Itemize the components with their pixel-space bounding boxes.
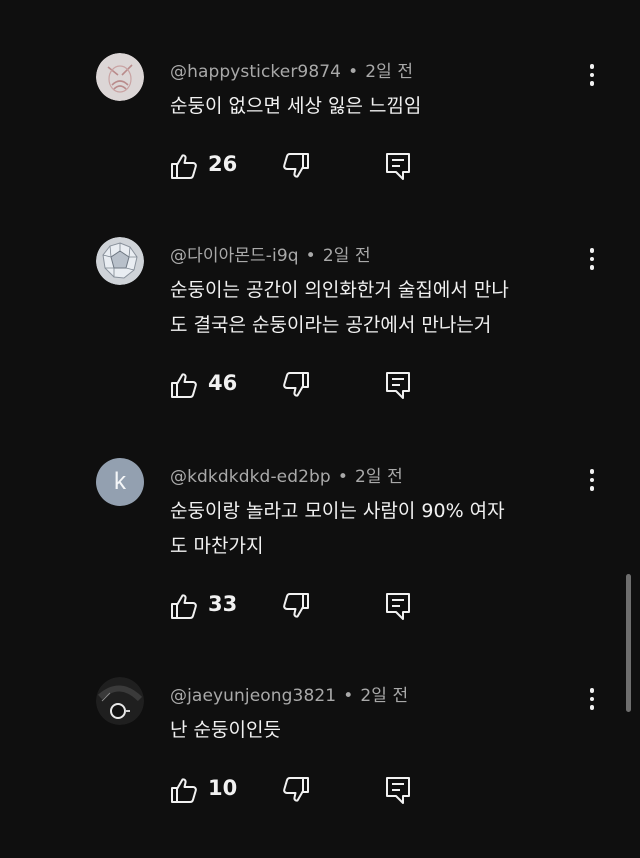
comment-text-line: 순둥이는 공간이 의인화한거 술집에서 만나 [170, 279, 509, 301]
comment-meta: @kdkdkdkd-ed2bp • 2일 전 [170, 462, 403, 487]
avatar[interactable] [96, 237, 144, 285]
like-button[interactable] [168, 369, 200, 401]
thumbs-up-icon [171, 373, 197, 398]
comment-text-line: 순둥이랑 놀라고 모이는 사람이 90% 여자 [170, 500, 505, 522]
reply-button[interactable] [382, 369, 414, 401]
comment-text-line: 난 순둥이인듯 [170, 719, 281, 741]
avatar[interactable] [96, 53, 144, 101]
sticker-avatar-image [96, 53, 144, 101]
comment-actions: 10 [168, 774, 428, 806]
meta-separator: • [343, 686, 354, 706]
reply-button[interactable] [382, 150, 414, 182]
dislike-button[interactable] [280, 590, 312, 622]
meta-separator: • [337, 467, 348, 487]
comment-author[interactable]: @kdkdkdkd-ed2bp [170, 467, 331, 487]
avatar[interactable] [96, 677, 144, 725]
comment-author[interactable]: @다이아몬드-i9q [170, 246, 299, 266]
like-count: 33 [208, 592, 238, 616]
reply-comment-icon [386, 372, 410, 399]
thumbs-up-icon [171, 594, 197, 619]
like-count: 10 [208, 776, 238, 800]
comment-text: 순둥이는 공간이 의인화한거 술집에서 만나 도 결국은 순둥이라는 공간에서 … [170, 273, 590, 343]
comment-meta: @happysticker9874 • 2일 전 [170, 57, 413, 82]
comment-meta: @다이아몬드-i9q • 2일 전 [170, 241, 371, 266]
reply-comment-icon [386, 593, 410, 620]
comment-text: 순둥이 없으면 세상 잃은 느낌임 [170, 89, 590, 124]
more-options-icon[interactable] [582, 685, 602, 713]
comment-author[interactable]: @happysticker9874 [170, 62, 341, 82]
comment-meta: @jaeyunjeong3821 • 2일 전 [170, 681, 408, 706]
like-button[interactable] [168, 590, 200, 622]
comment-time[interactable]: 2일 전 [323, 246, 371, 266]
diamond-avatar-image [96, 237, 144, 285]
thumbs-down-icon [283, 372, 309, 397]
comment-text: 난 순둥이인듯 [170, 713, 590, 748]
thumbs-down-icon [283, 153, 309, 178]
comment-time[interactable]: 2일 전 [355, 467, 403, 487]
dislike-button[interactable] [280, 774, 312, 806]
meta-separator: • [305, 246, 316, 266]
reply-comment-icon [386, 777, 410, 804]
thumbs-down-icon [283, 777, 309, 802]
meta-separator: • [348, 62, 359, 82]
thumbs-up-icon [171, 154, 197, 179]
comment-time[interactable]: 2일 전 [365, 62, 413, 82]
like-button[interactable] [168, 774, 200, 806]
thumbs-up-icon [171, 778, 197, 803]
comments-feed: @happysticker9874 • 2일 전 순둥이 없으면 세상 잃은 느낌임… [0, 0, 640, 858]
comment-time[interactable]: 2일 전 [360, 686, 408, 706]
scrollbar-thumb[interactable] [626, 574, 631, 712]
avatar-letter: k [114, 468, 126, 495]
comment-actions: 26 [168, 150, 428, 182]
like-count: 46 [208, 371, 238, 395]
comment-actions: 33 [168, 590, 428, 622]
more-options-icon[interactable] [582, 245, 602, 273]
like-count: 26 [208, 152, 238, 176]
dislike-button[interactable] [280, 150, 312, 182]
thumbs-down-icon [283, 593, 309, 618]
comment-actions: 46 [168, 369, 428, 401]
comment-text-line: 순둥이 없으면 세상 잃은 느낌임 [170, 95, 422, 117]
comment-text: 순둥이랑 놀라고 모이는 사람이 90% 여자 도 마찬가지 [170, 494, 590, 564]
more-options-icon[interactable] [582, 466, 602, 494]
avatar[interactable]: k [96, 458, 144, 506]
reply-button[interactable] [382, 590, 414, 622]
comment-author[interactable]: @jaeyunjeong3821 [170, 686, 336, 706]
dislike-button[interactable] [280, 369, 312, 401]
reply-comment-icon [386, 153, 410, 180]
dark-avatar-image [96, 677, 144, 725]
comment-text-line: 도 마찬가지 [170, 535, 264, 557]
comment-text-line: 도 결국은 순둥이라는 공간에서 만나는거 [170, 314, 492, 336]
like-button[interactable] [168, 150, 200, 182]
reply-button[interactable] [382, 774, 414, 806]
more-options-icon[interactable] [582, 61, 602, 89]
